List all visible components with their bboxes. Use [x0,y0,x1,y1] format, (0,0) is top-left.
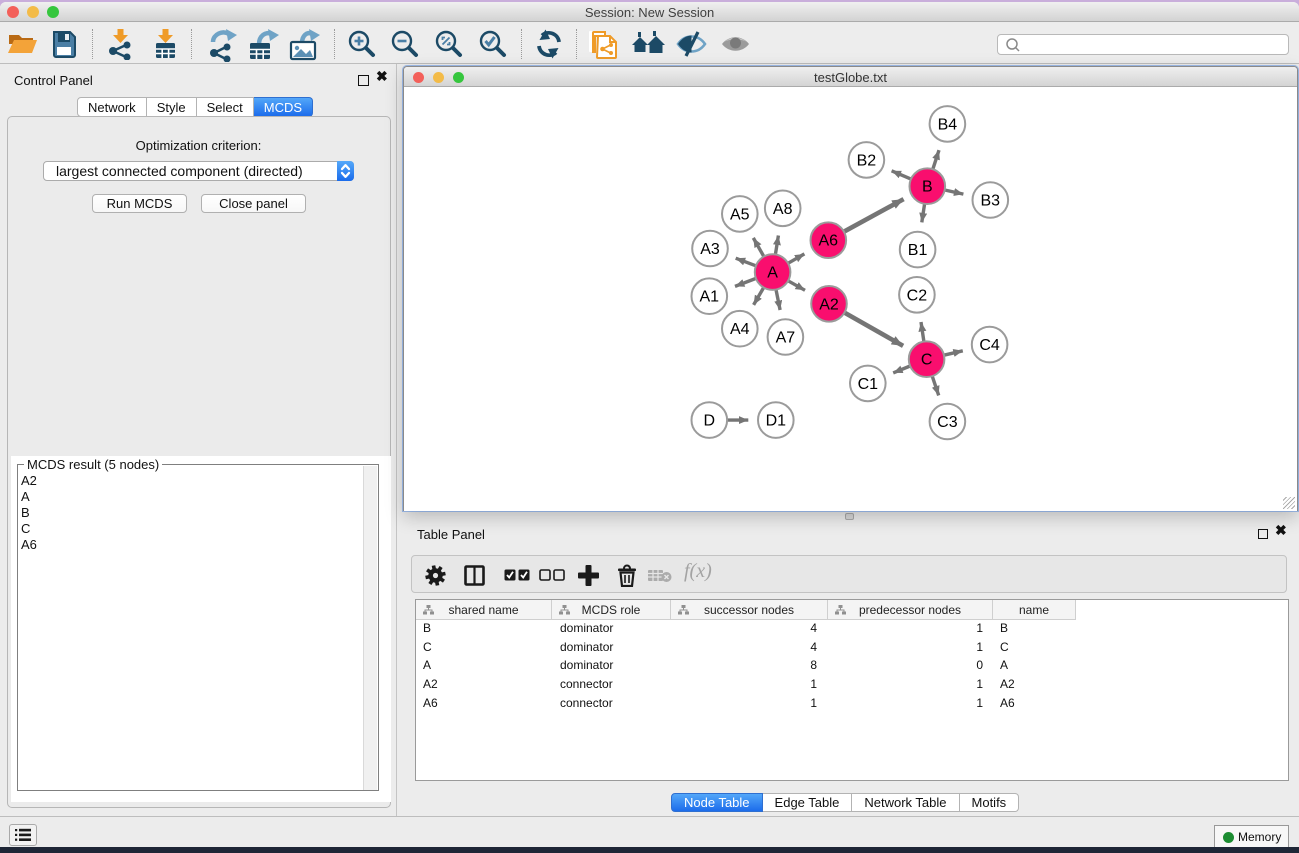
svg-text:A: A [767,265,778,282]
svg-text:A3: A3 [700,241,720,258]
svg-text:A2: A2 [819,296,839,313]
svg-text:C2: C2 [907,287,928,304]
svg-text:A7: A7 [776,330,796,347]
svg-text:D: D [704,413,716,430]
svg-text:B1: B1 [908,242,928,259]
svg-text:A1: A1 [700,289,720,306]
svg-text:A5: A5 [730,206,750,223]
svg-text:B3: B3 [981,193,1001,210]
svg-text:A6: A6 [819,233,839,250]
svg-text:A4: A4 [730,321,750,338]
svg-text:C1: C1 [858,376,879,393]
svg-text:A8: A8 [773,201,793,218]
svg-text:C4: C4 [979,337,1000,354]
svg-text:B4: B4 [938,116,958,133]
svg-text:D1: D1 [766,413,787,430]
svg-text:B: B [922,179,933,196]
svg-text:C: C [921,352,933,369]
svg-text:B2: B2 [857,152,877,169]
svg-text:C3: C3 [937,414,958,431]
